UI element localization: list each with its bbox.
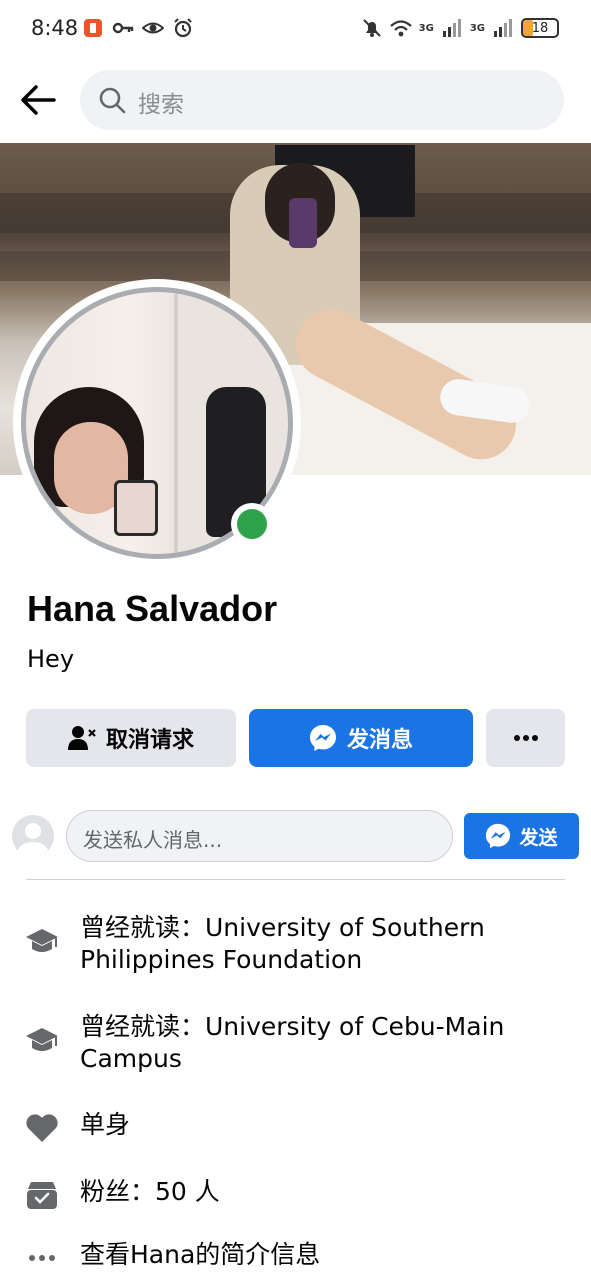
education-1-text: 曾经就读：University of Southern Philippines … [80,913,485,974]
cancel-request-button[interactable]: 取消请求 [26,709,236,767]
key-icon [112,22,134,34]
eye-icon [142,22,164,34]
relationship-text: 单身 [80,1110,131,1139]
info-education-2: 曾经就读：University of Cebu-Main Campus [0,1011,591,1081]
see-about-text: 查看Hana的简介信息 [80,1240,321,1269]
online-status-indicator [231,503,273,545]
default-avatar-icon [12,815,54,857]
followers-text: 粉丝：50 人 [80,1177,220,1206]
heart-icon [24,1110,60,1146]
search-input[interactable]: 搜索 [80,70,564,130]
battery-level: 18 [531,20,549,36]
info-education-1: 曾经就读：University of Southern Philippines … [0,912,591,982]
network-label-2: 3G [469,22,485,34]
profile-name: Hana Salvador [27,588,278,629]
education-2-text: 曾经就读：University of Cebu-Main Campus [80,1012,505,1073]
divider [26,879,565,880]
graduation-cap-icon [24,924,60,960]
send-button[interactable]: 发送 [464,813,579,859]
status-right-icons: 3G 3G 18 [361,17,559,39]
my-avatar [12,815,54,857]
info-relationship: 单身 [0,1108,591,1148]
person-cancel-icon [67,726,96,750]
followers-box-icon [24,1177,60,1213]
messenger-icon [309,725,336,751]
search-icon [99,87,126,114]
cancel-request-label: 取消请求 [105,728,194,753]
search-placeholder: 搜索 [138,92,184,118]
mute-bell-icon [362,19,381,37]
more-dots-icon [513,735,538,741]
profile-bio: Hey [27,645,75,673]
send-label: 发送 [519,826,558,849]
more-dots-icon [24,1240,60,1276]
back-button[interactable] [18,80,58,120]
signal-icon [442,19,461,37]
notification-badge-icon [84,19,102,37]
signal-icon-2 [494,19,512,37]
status-time: 8:48 [31,16,79,40]
private-message-placeholder: 发送私人消息... [83,828,223,852]
graduation-cap-icon [24,1023,60,1059]
status-left-icons [82,17,194,39]
battery-icon: 18 [521,18,559,38]
message-button[interactable]: 发消息 [249,709,473,767]
more-button[interactable] [486,709,565,767]
info-followers: 粉丝：50 人 [0,1175,591,1215]
top-bar: 搜索 [0,62,591,138]
see-about-link[interactable]: 查看Hana的简介信息 [0,1238,591,1278]
network-label-1: 3G [418,22,434,34]
message-label: 发消息 [346,728,413,753]
wifi-icon [389,20,412,37]
back-arrow-icon [21,85,56,115]
private-message-input[interactable]: 发送私人消息... [66,810,453,862]
status-bar: 8:48 3G 3G 18 [0,0,591,58]
messenger-icon [486,823,511,849]
alarm-icon [174,18,192,38]
